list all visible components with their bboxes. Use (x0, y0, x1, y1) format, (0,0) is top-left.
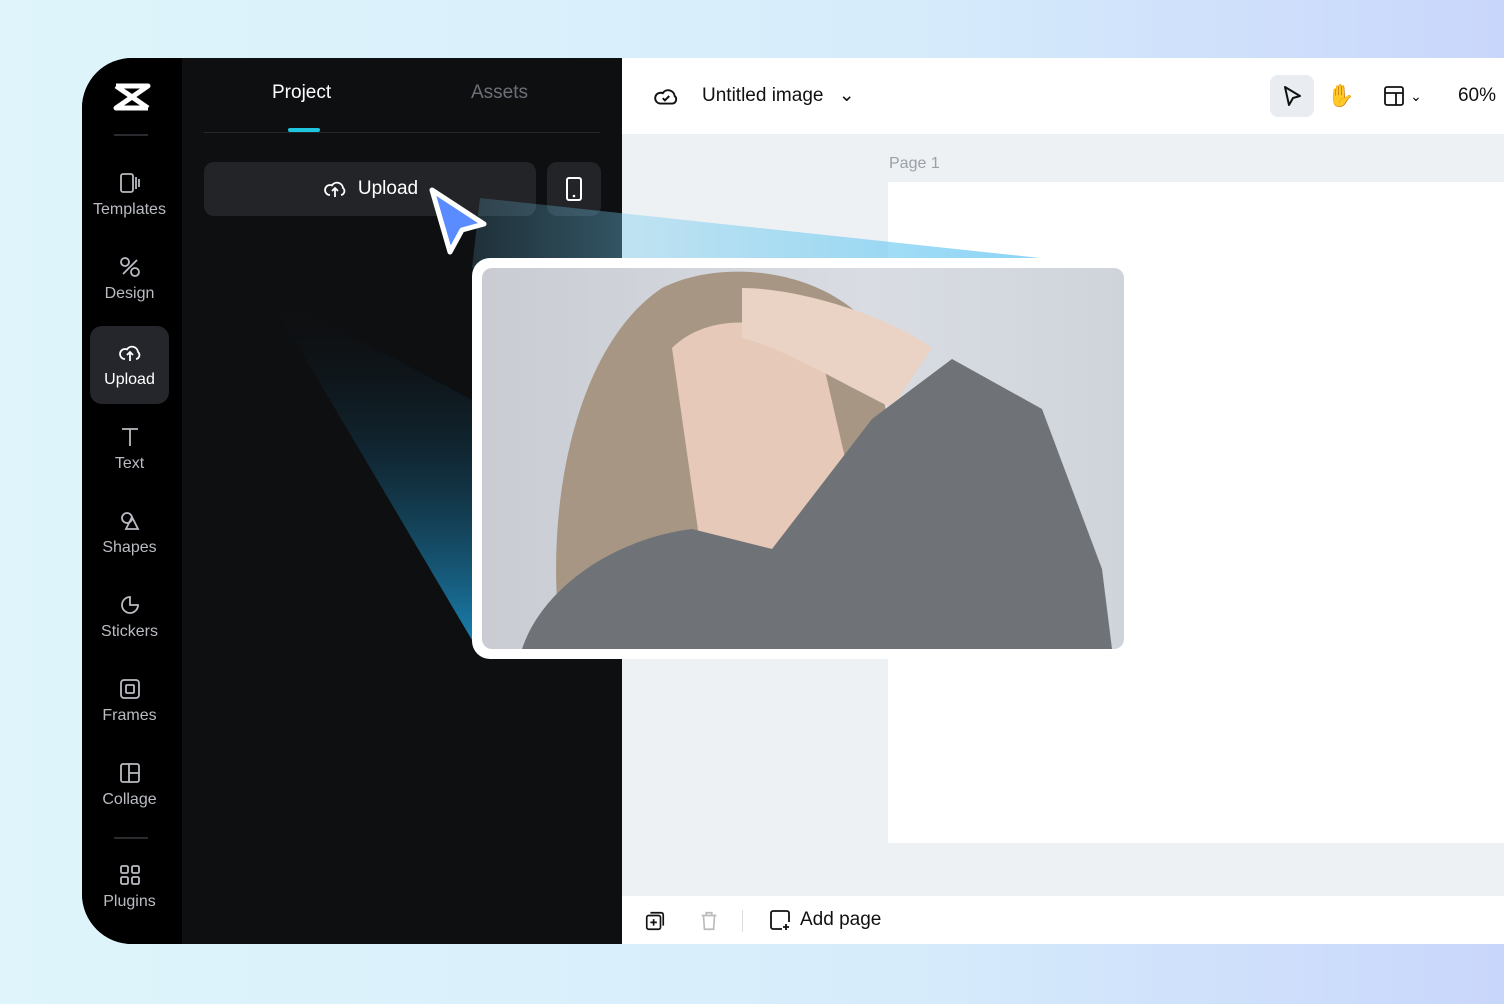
text-icon (121, 428, 138, 446)
chevron-down-icon: ⌄ (838, 85, 855, 106)
add-page-button[interactable]: Add page (768, 908, 881, 932)
phone-icon (566, 177, 582, 201)
pointer-icon (1284, 86, 1301, 106)
divider (114, 837, 148, 839)
top-toolbar: Untitled image ⌄ ✋ ⌄ 60% (622, 58, 1504, 134)
sidebar-item-stickers[interactable]: Stickers (90, 578, 169, 656)
sidebar-item-upload[interactable]: Upload (90, 326, 169, 404)
photo-placeholder (522, 271, 1112, 649)
bottom-bar: Add page (622, 896, 1504, 944)
sidebar-item-frames[interactable]: Frames (90, 662, 169, 740)
tab-divider (204, 132, 600, 133)
divider (114, 134, 148, 136)
document-title[interactable]: Untitled image ⌄ (702, 84, 855, 107)
uploaded-image-preview[interactable] (472, 258, 1134, 659)
trash-icon[interactable] (698, 910, 720, 932)
design-icon (119, 257, 140, 277)
cursor-pointer-icon (429, 187, 487, 255)
capcut-logo (113, 83, 151, 111)
sidebar-item-plugins[interactable]: Plugins (90, 848, 169, 926)
page-label: Page 1 (889, 155, 940, 172)
add-page-icon (770, 910, 790, 930)
cloud-upload-icon (324, 181, 346, 197)
sidebar: Templates Design Upload Text Shapes Stic… (82, 58, 182, 944)
tab-project[interactable]: Project (272, 82, 331, 104)
layout-icon (1384, 86, 1405, 106)
mobile-upload-button[interactable] (547, 162, 601, 216)
sticker-icon (120, 596, 139, 614)
active-tab-indicator (288, 128, 320, 132)
frame-icon (119, 679, 140, 699)
sidebar-item-shapes[interactable]: Shapes (90, 494, 169, 572)
zoom-level[interactable]: 60% (1458, 85, 1496, 107)
sidebar-item-text[interactable]: Text (90, 410, 169, 488)
select-tool-button[interactable] (1270, 75, 1314, 117)
collage-icon (119, 763, 140, 783)
tab-assets[interactable]: Assets (471, 82, 528, 104)
portrait-photo (482, 268, 1124, 649)
plugins-icon (119, 865, 140, 885)
hand-tool-button[interactable]: ✋ (1319, 75, 1363, 117)
duplicate-page-icon[interactable] (644, 910, 666, 932)
shapes-icon (120, 512, 139, 530)
cloud-upload-icon (118, 345, 140, 361)
hand-icon: ✋ (1327, 83, 1355, 108)
chevron-down-icon: ⌄ (1410, 87, 1422, 104)
layout-button[interactable]: ⌄ (1374, 75, 1430, 117)
sidebar-item-templates[interactable]: Templates (90, 156, 169, 234)
templates-icon (119, 173, 140, 193)
sidebar-item-design[interactable]: Design (90, 240, 169, 318)
divider (742, 910, 743, 932)
sidebar-item-collage[interactable]: Collage (90, 746, 169, 824)
cloud-saved-icon[interactable] (652, 83, 680, 109)
